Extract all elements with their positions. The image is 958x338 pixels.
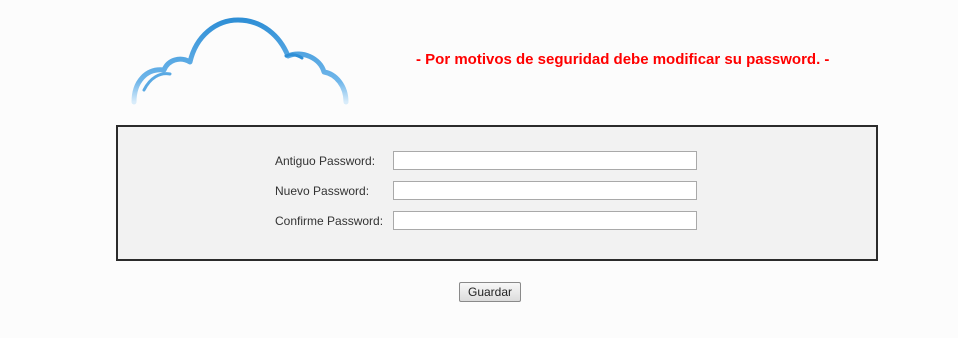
security-warning: - Por motivos de seguridad debe modifica… [416, 51, 830, 68]
save-button[interactable]: Guardar [459, 282, 521, 302]
change-password-form: Antiguo Password: Nuevo Password: Confir… [116, 125, 878, 261]
page: - Por motivos de seguridad debe modifica… [0, 0, 958, 338]
old-password-row: Antiguo Password: [118, 151, 876, 173]
cloud-logo [120, 10, 360, 110]
confirm-password-input[interactable] [393, 211, 697, 230]
confirm-password-row: Confirme Password: [118, 211, 876, 233]
cloud-icon [131, 17, 349, 105]
new-password-row: Nuevo Password: [118, 181, 876, 203]
confirm-password-label: Confirme Password: [275, 214, 384, 228]
new-password-input[interactable] [393, 181, 697, 200]
old-password-label: Antiguo Password: [275, 154, 376, 168]
new-password-label: Nuevo Password: [275, 184, 370, 198]
old-password-input[interactable] [393, 151, 697, 170]
